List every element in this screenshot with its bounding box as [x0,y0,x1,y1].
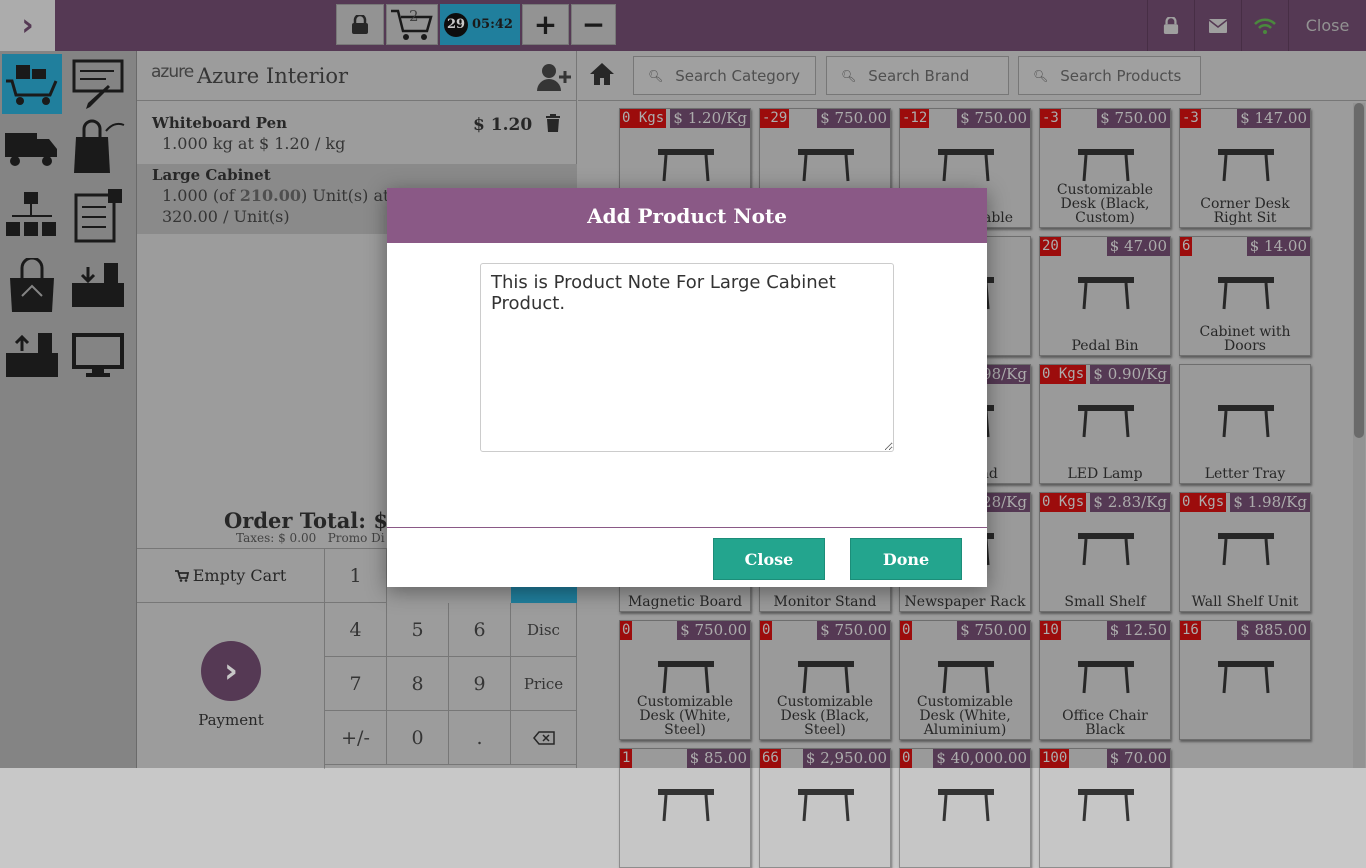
product-image [650,775,722,833]
dialog-title: Add Product Note [387,188,987,243]
product-note-textarea[interactable]: This is Product Note For Large Cabinet P… [480,263,894,452]
close-button[interactable]: Close [713,538,825,580]
product-image [790,775,862,833]
done-button[interactable]: Done [850,538,962,580]
product-image [1070,775,1142,833]
product-note-dialog: Add Product Note This is Product Note Fo… [387,188,987,587]
dialog-footer: Close Done [387,527,987,587]
product-image [930,775,1002,833]
